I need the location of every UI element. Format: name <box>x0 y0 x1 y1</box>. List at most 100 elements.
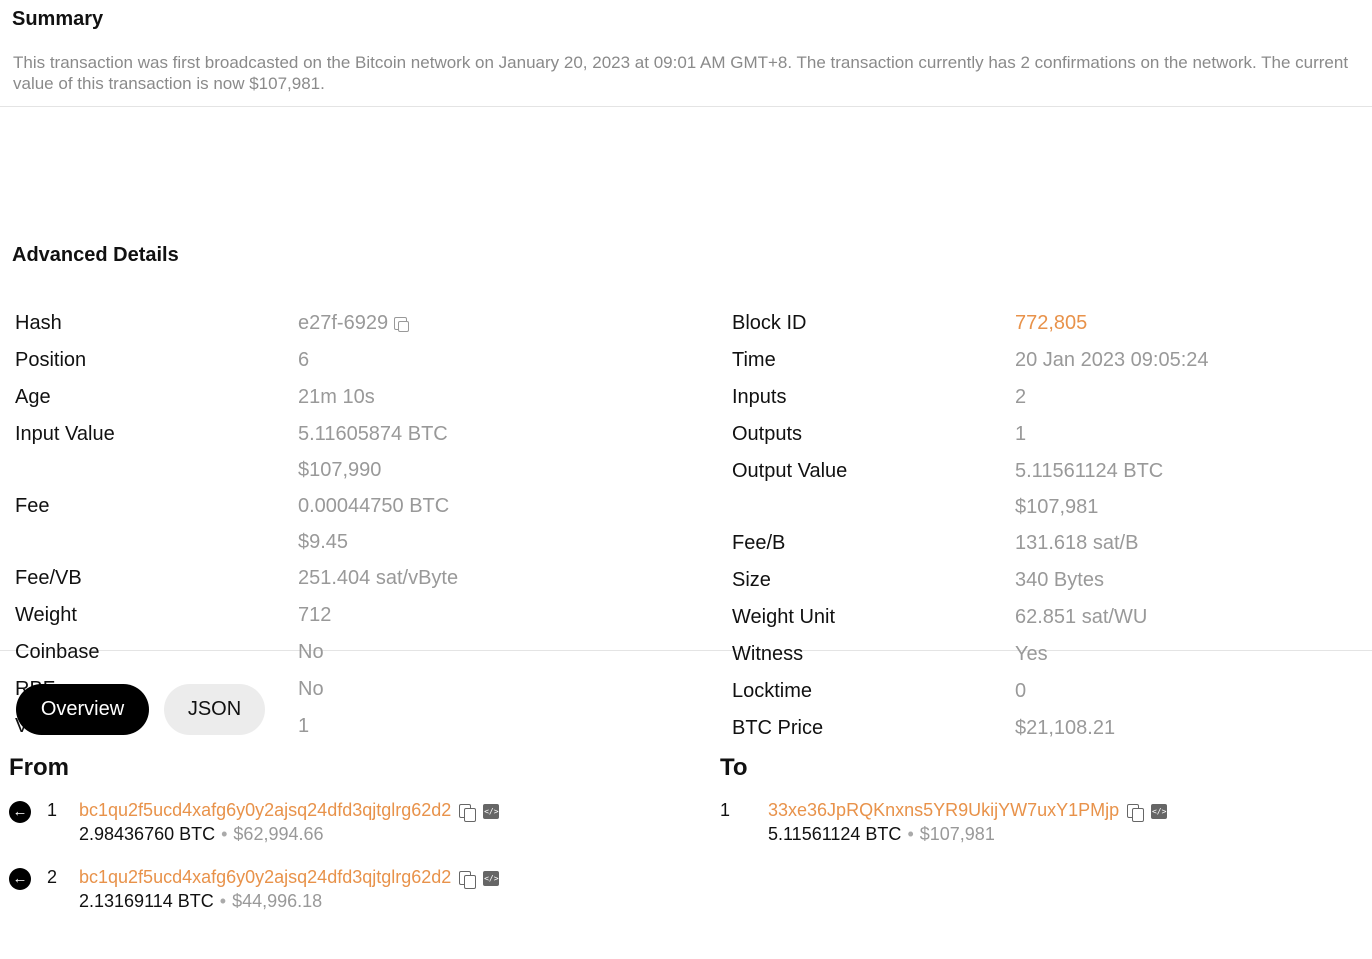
detail-row-time: Time 20 Jan 2023 09:05:24 <box>732 342 1209 379</box>
detail-row-fee-b: Fee/B 131.618 sat/B <box>732 525 1209 562</box>
input-usd: $62,994.66 <box>233 824 324 844</box>
arrow-left-icon: ← <box>9 868 31 890</box>
tab-json[interactable]: JSON <box>164 684 265 735</box>
hash-value: e27f-6929 <box>298 312 389 334</box>
detail-label: Time <box>732 349 776 371</box>
detail-value-usd: $107,981 <box>1015 496 1099 518</box>
detail-label: Coinbase <box>15 641 100 663</box>
detail-value: 1 <box>298 715 310 737</box>
arrow-left-icon: ← <box>9 801 31 823</box>
detail-label: Weight Unit <box>732 606 836 628</box>
output-address-link[interactable]: 33xe36JpRQKnxns5YR9UkijYW7uxY1PMjp <box>768 800 1119 820</box>
detail-value: 712 <box>298 604 332 626</box>
detail-value: 2 <box>1015 386 1027 408</box>
block-id-link[interactable]: 772,805 <box>1015 305 1087 342</box>
copy-icon[interactable] <box>394 317 410 333</box>
detail-row-output-value: Output Value 5.11561124 BTC $107,981 <box>732 453 1209 525</box>
detail-row-outputs: Outputs 1 <box>732 416 1209 453</box>
detail-value: 5.11605874 BTC $107,990 <box>298 416 448 488</box>
detail-value-btc: 5.11561124 BTC <box>1015 460 1164 482</box>
details-left-column: Hash e27f-6929 Position 6 Age 21m 10s In… <box>15 305 458 745</box>
detail-value-usd: $107,990 <box>298 459 382 481</box>
detail-value: 0.00044750 BTC $9.45 <box>298 488 449 560</box>
detail-label: Position <box>15 349 87 371</box>
detail-value: Yes <box>1015 643 1048 665</box>
copy-icon[interactable] <box>459 804 477 823</box>
copy-icon[interactable] <box>1127 804 1145 823</box>
detail-row-weight-unit: Weight Unit 62.851 sat/WU <box>732 599 1209 636</box>
detail-value: e27f-6929 <box>298 305 410 342</box>
detail-row-fee-vb: Fee/VB 251.404 sat/vByte <box>15 560 458 597</box>
to-title: To <box>720 754 748 781</box>
detail-label: Size <box>732 569 771 591</box>
detail-label: Locktime <box>732 680 813 702</box>
detail-label: Output Value <box>732 460 848 482</box>
output-btc: 5.11561124 BTC <box>768 824 902 844</box>
detail-value: 0 <box>1015 680 1027 702</box>
detail-label: Inputs <box>732 386 787 408</box>
input-address-row: bc1qu2f5ucd4xafg6y0y2ajsq24dfd3qjtglrg62… <box>79 866 500 890</box>
detail-value: No <box>298 641 324 663</box>
detail-value: 251.404 sat/vByte <box>298 567 459 589</box>
detail-row-witness: Witness Yes <box>732 636 1209 673</box>
detail-value: 21m 10s <box>298 386 375 408</box>
input-amount: 2.13169114 BTC • $44,996.18 <box>79 890 322 912</box>
detail-label: Input Value <box>15 423 115 445</box>
view-tabs: Overview JSON <box>16 684 265 735</box>
detail-row-size: Size 340 Bytes <box>732 562 1209 599</box>
advanced-details-section: Advanced Details Hash e27f-6929 Position… <box>0 107 1372 739</box>
from-title: From <box>9 754 69 781</box>
detail-row-input-value: Input Value 5.11605874 BTC $107,990 <box>15 416 458 488</box>
output-usd: $107,981 <box>919 824 995 844</box>
detail-value-btc: 5.11605874 BTC <box>298 423 448 445</box>
detail-row-coinbase: Coinbase No <box>15 634 458 671</box>
input-address-link[interactable]: bc1qu2f5ucd4xafg6y0y2ajsq24dfd3qjtglrg62… <box>79 800 451 820</box>
detail-value-btc: 0.00044750 BTC <box>298 495 450 517</box>
detail-row-position: Position 6 <box>15 342 458 379</box>
detail-label: Fee/VB <box>15 567 82 589</box>
code-icon[interactable]: </> <box>1151 803 1168 819</box>
separator-dot: • <box>907 824 914 844</box>
detail-value: No <box>298 678 324 700</box>
output-address-row: 33xe36JpRQKnxns5YR9UkijYW7uxY1PMjp </> <box>768 799 1168 823</box>
input-index: 2 <box>47 867 58 887</box>
detail-value: 6 <box>298 349 310 371</box>
code-icon[interactable]: </> <box>483 870 500 886</box>
input-address-row: bc1qu2f5ucd4xafg6y0y2ajsq24dfd3qjtglrg62… <box>79 799 500 823</box>
detail-label: Fee <box>15 495 50 517</box>
detail-row-locktime: Locktime 0 <box>732 673 1209 710</box>
separator-dot: • <box>221 824 228 844</box>
input-address-link[interactable]: bc1qu2f5ucd4xafg6y0y2ajsq24dfd3qjtglrg62… <box>79 867 451 887</box>
detail-value: 20 Jan 2023 09:05:24 <box>1015 349 1209 371</box>
detail-row-btc-price: BTC Price $21,108.21 <box>732 710 1209 747</box>
detail-label: Witness <box>732 643 804 665</box>
detail-row-weight: Weight 712 <box>15 597 458 634</box>
detail-value: 5.11561124 BTC $107,981 <box>1015 453 1163 525</box>
summary-section: Summary This transaction was first broad… <box>0 0 1372 107</box>
detail-row-age: Age 21m 10s <box>15 379 458 416</box>
detail-label: BTC Price <box>732 717 824 739</box>
input-btc: 2.98436760 BTC <box>79 824 216 844</box>
input-usd: $44,996.18 <box>232 891 323 911</box>
copy-icon[interactable] <box>459 871 477 890</box>
detail-label: Age <box>15 386 51 408</box>
input-amount: 2.98436760 BTC • $62,994.66 <box>79 823 324 845</box>
input-index: 1 <box>47 800 58 820</box>
details-right-column: Block ID 772,805 Time 20 Jan 2023 09:05:… <box>732 305 1209 747</box>
detail-value: 62.851 sat/WU <box>1015 606 1148 628</box>
summary-title: Summary <box>12 8 104 30</box>
detail-label: Weight <box>15 604 77 626</box>
from-entry: ← 1 bc1qu2f5ucd4xafg6y0y2ajsq24dfd3qjtgl… <box>9 799 709 849</box>
detail-value: 131.618 sat/B <box>1015 532 1139 554</box>
from-entry: ← 2 bc1qu2f5ucd4xafg6y0y2ajsq24dfd3qjtgl… <box>9 866 709 916</box>
separator-dot: • <box>219 891 227 911</box>
output-amount: 5.11561124 BTC • $107,981 <box>768 823 995 845</box>
advanced-details-title: Advanced Details <box>12 244 179 266</box>
detail-row-fee: Fee 0.00044750 BTC $9.45 <box>15 488 458 560</box>
input-btc: 2.13169114 BTC <box>79 891 214 911</box>
output-index: 1 <box>720 800 731 820</box>
tab-overview[interactable]: Overview <box>16 684 149 735</box>
code-icon[interactable]: </> <box>483 803 500 819</box>
detail-value: 340 Bytes <box>1015 569 1104 591</box>
detail-label: Hash <box>15 312 62 334</box>
